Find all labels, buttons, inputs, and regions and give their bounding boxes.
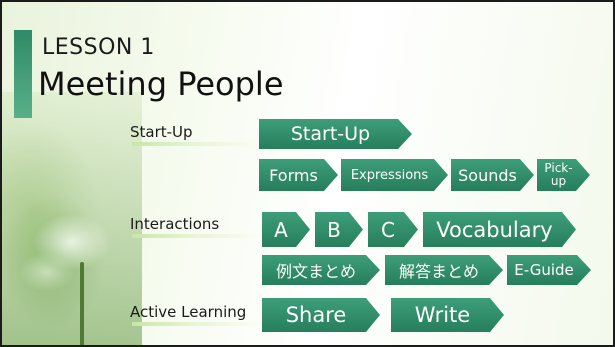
pickup-label-line2: up — [550, 174, 567, 188]
title-accent-bar — [14, 30, 32, 118]
pickup-button[interactable]: Pick- up — [537, 159, 590, 191]
answers-button[interactable]: 解答まとめ — [385, 255, 503, 285]
a-button[interactable]: A — [262, 212, 310, 247]
plant-stem — [80, 262, 84, 345]
write-button[interactable]: Write — [391, 298, 504, 332]
section-label-interactions: Interactions — [130, 215, 220, 233]
forms-button[interactable]: Forms — [259, 159, 338, 191]
hydrangea-photo — [2, 92, 142, 345]
example-sentences-button[interactable]: 例文まとめ — [262, 255, 380, 285]
sounds-button[interactable]: Sounds — [451, 159, 534, 191]
section-underline-interactions — [132, 234, 262, 238]
section-label-active-learning: Active Learning — [130, 303, 247, 321]
vocabulary-button[interactable]: Vocabulary — [423, 212, 576, 247]
share-button[interactable]: Share — [262, 298, 380, 332]
page-title: Meeting People — [38, 65, 284, 103]
section-underline-active-learning — [132, 322, 262, 326]
eguide-button[interactable]: E-Guide — [507, 255, 591, 285]
c-button[interactable]: C — [368, 212, 418, 247]
expressions-button[interactable]: Expressions — [341, 159, 448, 191]
b-button[interactable]: B — [315, 212, 363, 247]
section-underline-startup — [132, 142, 262, 146]
lesson-menu-slide: LESSON 1 Meeting People Start-Up Start-U… — [0, 0, 615, 347]
startup-button[interactable]: Start-Up — [259, 119, 412, 149]
section-label-startup: Start-Up — [130, 123, 193, 141]
lesson-number: LESSON 1 — [42, 35, 155, 60]
